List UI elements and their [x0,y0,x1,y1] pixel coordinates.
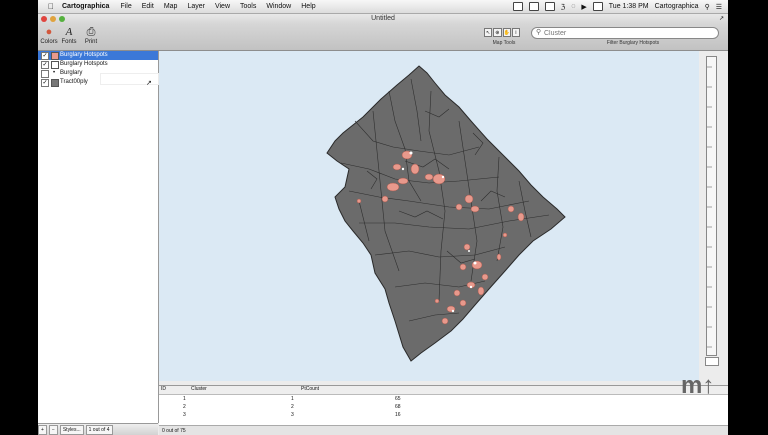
battery-icon[interactable] [592,2,603,11]
layer-name: Burglary Hotspots [60,61,108,67]
cell-cluster: 2 [291,404,294,410]
menu-window[interactable]: Window [266,3,291,10]
fonts-label: Fonts [61,39,77,45]
menu-bar:  Cartographica File Edit Map Layer View… [38,0,728,14]
layer-visibility-checkbox[interactable]: ✓ [41,61,49,69]
map-view[interactable] [159,51,699,381]
filter-label: Filter Burglary Hotspots [606,40,660,46]
fonts-icon: A [65,26,73,38]
filter-search-field[interactable]: ⚲ [531,27,719,39]
wifi-icon[interactable]: ◌ [571,3,575,10]
sidebar-footer: + − Styles... 1 out of 4 [38,423,158,435]
cell-id: 3 [183,412,186,418]
filter-search-input[interactable] [544,28,709,38]
zoom-scale-bar[interactable] [706,56,717,356]
layer-row[interactable]: ✓ Burglary Hotspots [38,51,158,60]
zoom-readout [705,357,719,366]
layer-visibility-checkbox[interactable]: ✓ [41,79,49,87]
layer-swatch [51,61,59,69]
point-symbol-icon: • [53,70,56,76]
add-layer-button[interactable]: + [38,425,47,435]
screen:  Cartographica File Edit Map Layer View… [38,0,728,435]
zoom-tool-icon[interactable]: ⊕ [493,28,502,37]
column-header-id[interactable]: ID [161,386,166,392]
layers-sidebar: ✓ Burglary Hotspots ✓ Burglary Hotspots … [38,51,188,423]
bluetooth-icon[interactable]: ℨ [561,3,565,11]
drag-handle-icon[interactable]: ↗ [146,79,152,87]
map-canvas[interactable] [159,51,699,381]
menu-file[interactable]: File [120,3,131,10]
menu-layer[interactable]: Layer [187,3,205,10]
timemachine-icon[interactable] [544,2,555,11]
volume-icon[interactable]: ▶ [581,3,586,11]
clock[interactable]: Tue 1:38 PM [609,3,649,10]
app-menu[interactable]: Cartographica [62,3,109,10]
cell-ptcount: 68 [395,404,401,410]
color-wheel-icon: ● [45,26,53,38]
styles-button[interactable]: Styles... [59,425,84,435]
info-tool-icon[interactable]: i [511,28,520,37]
colors-label: Colors [40,39,58,45]
table-footer: 0 out of 75 [159,425,728,435]
layer-visibility-checkbox[interactable]: ✓ [41,52,49,60]
search-icon: ⚲ [536,29,542,36]
zoom-scale-ticks [707,66,712,348]
apple-menu-icon[interactable]:  [44,2,58,11]
colors-button[interactable]: ● Colors [40,26,58,45]
attribute-table[interactable]: ID Cluster PtCount 1 1 65 2 2 68 3 3 16 [159,385,728,426]
layer-name: Tract00ply [60,79,88,85]
user-menu[interactable]: Cartographica [655,3,699,10]
toolbar: ● Colors A Fonts ⎙ Print ↖ ⊕ ✋ i Map Too… [38,16,728,51]
layer-name: Burglary [60,70,83,76]
map-tools-label: Map Tools [492,40,516,46]
layer-swatch [51,79,59,87]
column-header-cluster[interactable]: Cluster [191,386,207,392]
table-row[interactable]: 2 2 68 [159,404,728,411]
fullscreen-icon[interactable]: ↗ [719,15,724,22]
cell-ptcount: 65 [395,396,401,402]
printer-icon: ⎙ [86,26,96,38]
watermark-logo: m↑ [681,372,715,399]
spotlight-icon[interactable]: ⚲ [705,3,710,11]
layer-count: 1 out of 4 [85,425,113,435]
print-label: Print [84,39,98,45]
window-titlebar: Untitled [38,14,728,24]
notification-center-icon[interactable]: ☰ [716,3,722,11]
table-row[interactable]: 3 3 16 [159,412,728,419]
menu-edit[interactable]: Edit [142,3,154,10]
layer-visibility-checkbox[interactable] [41,70,49,78]
fonts-button[interactable]: A Fonts [60,26,78,45]
layer-name: Burglary Hotspots [60,52,108,58]
cell-cluster: 3 [291,412,294,418]
column-header-ptcount[interactable]: PtCount [301,386,319,392]
cell-cluster: 1 [291,396,294,402]
select-tool-icon[interactable]: ↖ [484,28,493,37]
menu-map[interactable]: Map [164,3,178,10]
pan-tool-icon[interactable]: ✋ [502,28,511,37]
table-header: ID Cluster PtCount [159,386,728,395]
menu-tools[interactable]: Tools [240,3,256,10]
map-tools-group: ↖ ⊕ ✋ i [484,28,520,37]
table-row[interactable]: 1 1 65 [159,396,728,403]
menu-view[interactable]: View [215,3,230,10]
cell-ptcount: 16 [395,412,401,418]
print-button[interactable]: ⎙ Print [82,26,100,45]
menu-help[interactable]: Help [301,3,315,10]
window-title: Untitled [371,15,395,22]
remove-layer-button[interactable]: − [48,425,58,435]
layer-swatch [51,52,59,60]
district-boundary[interactable] [326,65,566,362]
cell-id: 2 [183,404,186,410]
status-menu-icon[interactable] [512,2,523,11]
table-selection-count: 0 out of 75 [162,428,186,434]
cell-id: 1 [183,396,186,402]
display-menu-icon[interactable] [528,2,539,11]
layer-row[interactable]: ✓ Burglary Hotspots [38,60,158,69]
